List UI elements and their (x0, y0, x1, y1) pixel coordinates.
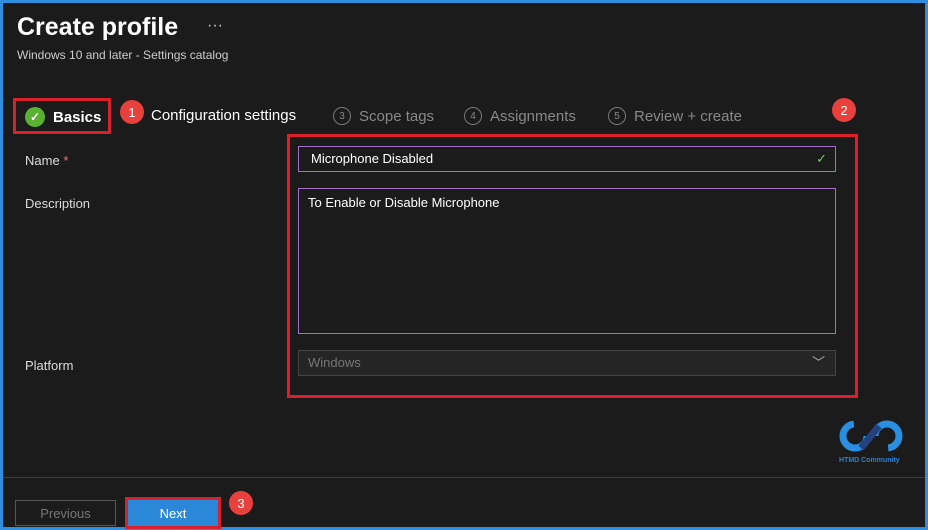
step-number: 5 (608, 107, 626, 125)
annotation-badge-2: 2 (832, 98, 856, 122)
name-input[interactable]: Microphone Disabled ✓ (298, 146, 836, 172)
more-options-button[interactable]: ··· (207, 17, 223, 35)
tab-scope-tags[interactable]: 3 Scope tags (333, 107, 434, 125)
tab-assignments[interactable]: 4 Assignments (464, 107, 576, 125)
tab-basics[interactable]: ✓ Basics (25, 107, 101, 127)
tab-review-create[interactable]: 5 Review + create (608, 107, 742, 125)
previous-button[interactable]: Previous (15, 500, 116, 526)
description-label: Description (25, 196, 91, 211)
annotation-badge-3: 3 (229, 491, 253, 515)
check-circle-icon: ✓ (25, 107, 45, 127)
chevron-down-icon: ﹀ (811, 355, 825, 370)
valid-check-icon: ✓ (816, 151, 827, 166)
annotation-badge-1: 1 (120, 100, 144, 124)
htmd-logo (839, 418, 905, 454)
page-title: Create profile (17, 13, 179, 41)
logo-text: HTMD Community (839, 457, 900, 464)
step-number: 3 (333, 107, 351, 125)
step-label: Review + create (634, 107, 742, 125)
next-button[interactable]: Next (128, 500, 218, 526)
step-number: 4 (464, 107, 482, 125)
footer-divider (3, 477, 925, 478)
step-label: Configuration settings (151, 107, 297, 124)
tab-configuration-settings[interactable]: Configuration settings (151, 107, 296, 124)
platform-label: Platform (25, 358, 74, 373)
description-textarea[interactable]: To Enable or Disable Microphone (298, 188, 836, 334)
step-label: Scope tags (359, 107, 435, 125)
page-subtitle: Windows 10 and later - Settings catalog (17, 48, 229, 62)
step-label: Basics (53, 108, 102, 126)
platform-dropdown[interactable]: Windows ﹀ (298, 350, 836, 376)
name-label: Name * (25, 153, 69, 168)
step-label: Assignments (490, 107, 576, 125)
